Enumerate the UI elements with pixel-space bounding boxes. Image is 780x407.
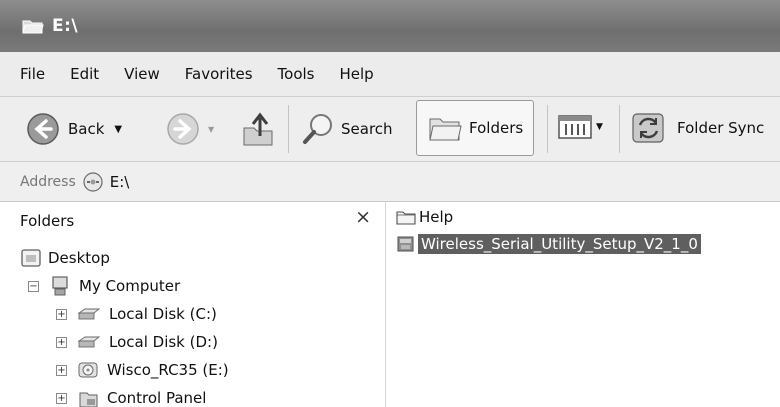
expand-icon[interactable]: + [56,336,67,348]
folder-sync-icon [632,113,664,143]
list-item-label: Help [419,208,454,226]
folders-pane-header: Folders [12,202,386,240]
back-label: Back [68,120,105,138]
computer-icon [52,276,68,296]
expand-icon[interactable]: + [56,308,67,320]
menu-favorites[interactable]: Favorites [185,65,253,83]
tree-item-desktop[interactable]: Desktop [20,245,110,271]
up-folder-button[interactable] [240,110,276,148]
address-value: E:\ [109,172,130,191]
chevron-down-icon[interactable]: ▼ [208,125,214,134]
menu-file[interactable]: File [20,65,45,83]
up-folder-icon [243,112,273,146]
folders-icon [429,118,462,141]
folder-icon [396,211,416,225]
tree-item-control-panel[interactable]: + Control Panel [56,385,206,407]
tree-item-local-disk-d[interactable]: + Local Disk (D:) [56,329,218,355]
toolbar: Back ▼ ▼ Search Folders ▼ Folder Sync [0,97,780,162]
window-title: E:\ [52,16,79,36]
expand-icon[interactable]: + [56,364,67,376]
tree-item-my-computer[interactable]: − My Computer [28,273,180,299]
menu-bar: File Edit View Favorites Tools Help [0,52,780,97]
folders-label: Folders [469,119,524,137]
folders-pane: Folders × Desktop − My Computer + Local … [12,202,386,407]
tree-item-label: Local Disk (C:) [109,305,217,323]
toolbar-separator [288,105,289,153]
back-button[interactable]: Back ▼ [26,112,122,146]
search-button[interactable]: Search [301,111,393,147]
installer-icon [397,236,414,252]
address-bar: Address E:\ [0,162,780,202]
drive-icon [77,336,101,348]
toolbar-separator [547,105,548,153]
menu-tools[interactable]: Tools [278,65,315,83]
tree-item-label: My Computer [79,277,181,295]
search-icon [303,114,332,144]
folders-button[interactable]: Folders [416,100,535,156]
tree-item-local-disk-c[interactable]: + Local Disk (C:) [56,301,217,327]
tree-item-label: Desktop [48,249,110,267]
folder-sync-button[interactable]: Folder Sync [630,110,764,146]
expand-icon[interactable]: + [56,392,67,404]
address-label: Address [20,173,76,190]
title-bar: E:\ [0,0,780,52]
list-item-setup-file[interactable]: Wireless_Serial_Utility_Setup_V2_1_0 [396,232,701,256]
folders-pane-title: Folders [20,212,75,230]
folder-sync-label: Folder Sync [677,119,765,137]
forward-arrow-icon [167,113,199,145]
cd-drive-icon [78,362,98,378]
tree-item-label: Local Disk (D:) [109,333,218,351]
cd-drive-icon [83,171,103,192]
control-panel-icon [79,392,98,407]
collapse-icon[interactable]: − [28,280,39,292]
views-icon [558,115,592,139]
address-field[interactable]: E:\ [82,167,130,197]
views-button[interactable]: ▼ [557,113,603,141]
desktop-icon [21,249,41,267]
search-label: Search [341,120,393,138]
tree-item-wisco-rc35[interactable]: + Wisco_RC35 (E:) [56,357,229,383]
file-list: Help Wireless_Serial_Utility_Setup_V2_1_… [386,202,780,407]
list-item-label: Wireless_Serial_Utility_Setup_V2_1_0 [418,234,701,254]
menu-view[interactable]: View [124,65,160,83]
drive-icon [77,308,101,320]
forward-button[interactable]: ▼ [166,112,214,146]
chevron-down-icon[interactable]: ▼ [114,124,122,135]
list-item-help-folder[interactable]: Help [396,205,453,229]
folder-open-icon [22,20,44,33]
menu-help[interactable]: Help [340,65,374,83]
close-icon[interactable]: × [355,206,371,228]
toolbar-separator [619,105,620,153]
tree-item-label: Wisco_RC35 (E:) [107,361,229,379]
menu-edit[interactable]: Edit [70,65,99,83]
chevron-down-icon[interactable]: ▼ [596,122,603,132]
back-arrow-icon [27,113,59,145]
tree-item-label: Control Panel [107,389,207,407]
